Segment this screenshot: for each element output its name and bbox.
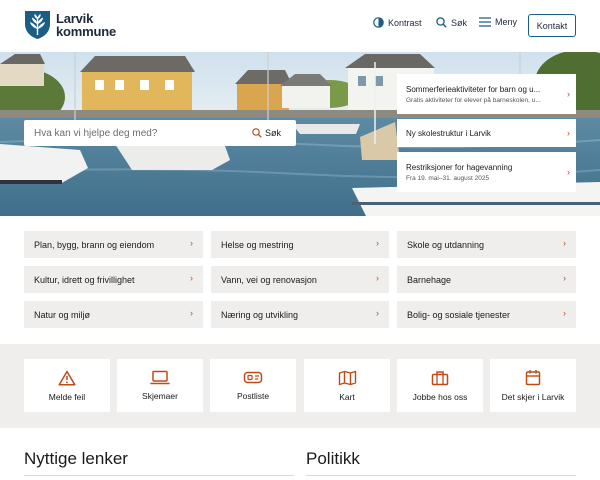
quick-link-label: Kart [339,391,355,402]
chevron-right-icon: › [563,273,566,283]
menu-label: Meny [495,17,518,27]
category-link[interactable]: Bolig- og sosiale tjenester › [397,301,576,328]
contrast-label: Kontrast [388,17,422,28]
news-subtitle: Fra 19. mai–31. august 2025 [406,174,490,182]
map-icon [338,370,356,385]
search-icon [436,17,447,28]
chevron-right-icon: › [376,273,379,283]
politics-heading: Politikk [306,449,360,468]
site-header: Larvik kommune Kontrast Søk Meny Kontakt [0,0,600,52]
menu-button[interactable]: Meny [479,17,517,27]
news-title: Sommerferieaktiviteter for barn og u... [406,84,541,94]
contact-button[interactable]: Kontakt [528,14,576,37]
chevron-right-icon: › [567,128,570,138]
contrast-button[interactable]: Kontrast [373,17,422,28]
quick-link-label: Skjemaer [142,391,178,401]
quick-link-kart[interactable]: Kart [304,359,390,412]
warning-icon [58,370,76,386]
category-link[interactable]: Skole og utdanning › [397,231,576,258]
category-label: Næring og utvikling [221,309,299,320]
quick-link-postliste[interactable]: Postliste [210,359,296,412]
hero-banner: Søk Sommerferieaktiviteter for barn og u… [0,52,600,216]
category-label: Skole og utdanning [407,239,485,250]
category-link[interactable]: Helse og mestring › [211,231,389,258]
quick-link-det-skjer[interactable]: Det skjer i Larvik [490,359,576,412]
category-link[interactable]: Barnehage › [397,266,576,293]
chevron-right-icon: › [563,308,566,318]
divider [306,475,576,476]
divider [24,475,294,476]
logo[interactable]: Larvik kommune [24,10,116,40]
news-subtitle: Gratis aktiviteter for elever på barnesk… [406,96,541,104]
search-input[interactable] [24,121,252,145]
news-title: Restriksjoner for hagevanning [406,162,513,172]
header-search-button[interactable]: Søk [436,17,467,28]
calendar-icon [525,370,541,386]
briefcase-icon [431,370,449,385]
news-card[interactable]: Ny skolestruktur i Larvik › [397,119,576,147]
category-label: Bolig- og sosiale tjenester [407,309,511,320]
quick-link-label: Postliste [236,391,270,401]
search-submit-label: Søk [265,128,282,138]
header-search-label: Søk [451,17,468,28]
contact-label: Kontakt [536,20,568,31]
mailbox-icon [243,371,263,384]
category-link[interactable]: Natur og miljø › [24,301,203,328]
category-label: Barnehage [407,274,452,285]
contrast-icon [373,17,384,28]
category-link[interactable]: Kultur, idrett og frivillighet › [24,266,203,293]
logo-text: Larvik kommune [56,12,116,38]
chevron-right-icon: › [567,89,570,99]
quick-link-label: Det skjer i Larvik [501,392,565,402]
search-bar: Søk [24,120,296,146]
category-label: Helse og mestring [221,239,294,250]
chevron-right-icon: › [567,167,570,177]
search-icon [252,128,262,138]
news-title: Ny skolestruktur i Larvik [406,128,491,138]
quick-link-label: Melde feil [48,391,86,402]
category-link[interactable]: Næring og utvikling › [211,301,389,328]
laptop-icon [150,370,170,385]
useful-links-heading: Nyttige lenker [24,449,128,468]
hamburger-icon [479,17,491,27]
category-link[interactable]: Vann, vei og renovasjon › [211,266,389,293]
chevron-right-icon: › [376,308,379,318]
chevron-right-icon: › [190,273,193,283]
quick-links-band: Melde feil Skjemaer Postliste Kart Jobbe… [0,344,600,428]
category-label: Kultur, idrett og frivillighet [34,274,135,285]
chevron-right-icon: › [563,238,566,248]
chevron-right-icon: › [190,238,193,248]
category-label: Natur og miljø [34,309,91,320]
news-card[interactable]: Restriksjoner for hagevanning Fra 19. ma… [397,152,576,192]
news-card[interactable]: Sommerferieaktiviteter for barn og u... … [397,74,576,114]
chevron-right-icon: › [376,238,379,248]
category-label: Vann, vei og renovasjon [221,274,317,285]
quick-link-jobbe-hos-oss[interactable]: Jobbe hos oss [397,359,483,412]
category-link[interactable]: Plan, bygg, brann og eiendom › [24,231,203,258]
quick-link-label: Jobbe hos oss [412,391,468,402]
quick-link-skjemaer[interactable]: Skjemaer [117,359,203,412]
category-label: Plan, bygg, brann og eiendom [34,239,155,250]
logo-line-2: kommune [56,24,117,39]
chevron-right-icon: › [190,308,193,318]
search-submit-button[interactable]: Søk [252,128,281,138]
shield-wheat-icon [25,11,50,39]
quick-link-melde-feil[interactable]: Melde feil [24,359,110,412]
